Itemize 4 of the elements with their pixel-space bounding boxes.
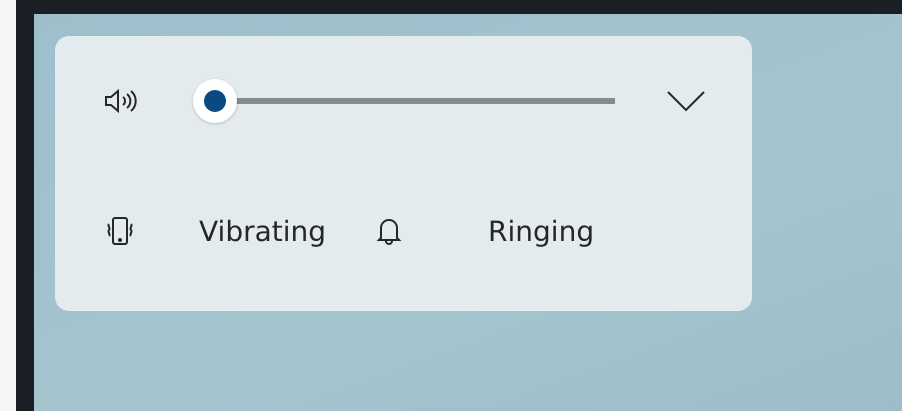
bell-icon (376, 216, 402, 246)
speaker-icon (103, 86, 139, 116)
mode-button[interactable]: Vibrating (103, 214, 326, 248)
mode-button[interactable]: Ringing (376, 214, 594, 248)
